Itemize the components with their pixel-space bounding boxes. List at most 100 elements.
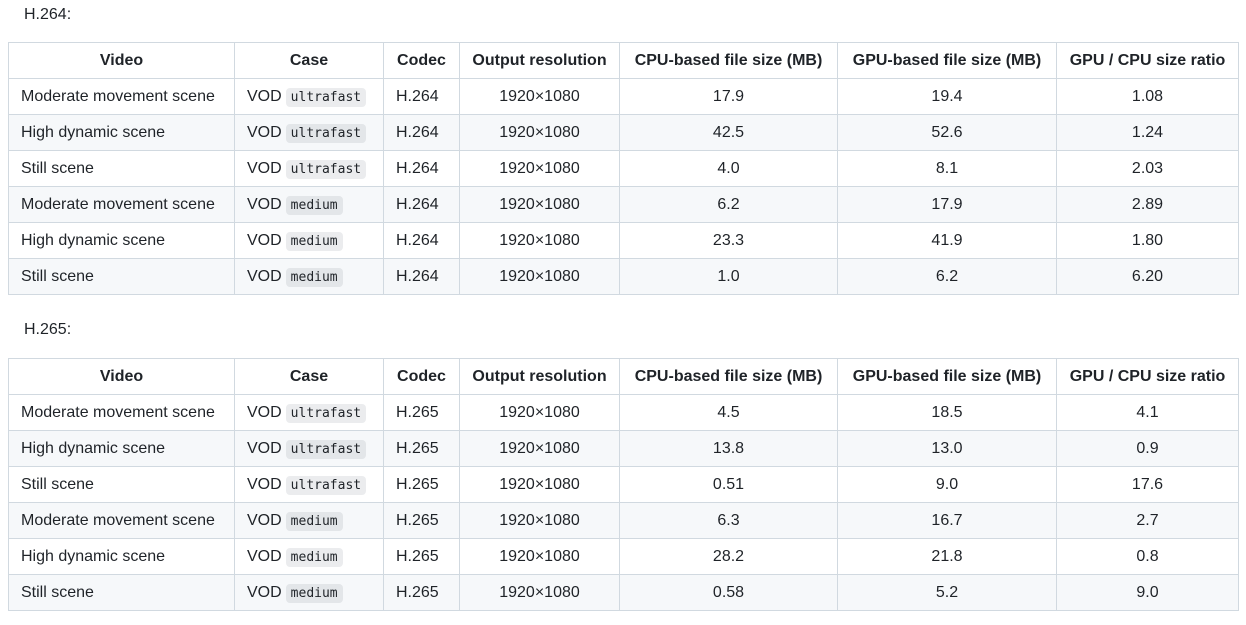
preset-code: ultrafast [285,159,367,179]
case-label: VOD [247,439,282,457]
cell-output-resolution: 1920×1080 [459,258,620,295]
table-row: Moderate movement scene VOD ultrafast H.264… [8,78,1239,115]
case-label: VOD [247,475,282,493]
table-row: Still scene VOD ultrafast H.265 1920×1080 0.5… [8,466,1239,503]
cell-video: Still scene [8,258,235,295]
preset-code: medium [285,511,343,531]
preset-code: ultrafast [285,439,367,459]
column-header: GPU / CPU size ratio [1056,42,1239,79]
column-header: Video [8,358,235,395]
cell-codec: H.264 [383,186,460,223]
cell-gpu-file-size: 6.2 [837,258,1057,295]
cell-output-resolution: 1920×1080 [459,574,620,611]
cell-case: VOD medium [234,574,384,611]
cell-cpu-file-size: 23.3 [619,222,838,259]
table-row: Moderate movement scene VOD medium H.265 192… [8,502,1239,539]
table-row: High dynamic scene VOD ultrafast H.265 1920×… [8,430,1239,467]
column-header: Codec [383,358,460,395]
cell-cpu-file-size: 4.5 [619,394,838,431]
cell-cpu-file-size: 6.2 [619,186,838,223]
cell-codec: H.264 [383,114,460,151]
cell-cpu-file-size: 17.9 [619,78,838,115]
column-header: Video [8,42,235,79]
cell-output-resolution: 1920×1080 [459,394,620,431]
cell-gpu-file-size: 21.8 [837,538,1057,575]
cell-size-ratio: 1.24 [1056,114,1239,151]
cell-output-resolution: 1920×1080 [459,466,620,503]
table-row: High dynamic scene VOD medium H.264 1920×108… [8,222,1239,259]
cell-video: High dynamic scene [8,114,235,151]
cell-size-ratio: 1.08 [1056,78,1239,115]
cell-codec: H.265 [383,394,460,431]
cell-size-ratio: 17.6 [1056,466,1239,503]
table-row: Still scene VOD medium H.265 1920×1080 0.58 5.… [8,574,1239,611]
cell-case: VOD medium [234,186,384,223]
cell-codec: H.265 [383,430,460,467]
cell-cpu-file-size: 4.0 [619,150,838,187]
column-header: Output resolution [459,358,620,395]
cell-gpu-file-size: 5.2 [837,574,1057,611]
column-header: Case [234,358,384,395]
cell-output-resolution: 1920×1080 [459,150,620,187]
results-table-h264: Video Case Codec Output resolution CPU-based… [8,42,1239,295]
preset-code: medium [285,267,343,287]
cell-output-resolution: 1920×1080 [459,114,620,151]
cell-codec: H.264 [383,222,460,259]
case-label: VOD [247,87,282,105]
cell-case: VOD ultrafast [234,114,384,151]
cell-video: Moderate movement scene [8,502,235,539]
cell-output-resolution: 1920×1080 [459,186,620,223]
cell-output-resolution: 1920×1080 [459,502,620,539]
cell-video: Still scene [8,466,235,503]
preset-code: ultrafast [285,87,367,107]
column-header: GPU / CPU size ratio [1056,358,1239,395]
cell-gpu-file-size: 9.0 [837,466,1057,503]
cell-size-ratio: 0.8 [1056,538,1239,575]
cell-size-ratio: 2.7 [1056,502,1239,539]
column-header: CPU-based file size (MB) [619,42,838,79]
cell-size-ratio: 2.03 [1056,150,1239,187]
preset-code: ultrafast [285,403,367,423]
column-header: Case [234,42,384,79]
cell-cpu-file-size: 6.3 [619,502,838,539]
cell-cpu-file-size: 28.2 [619,538,838,575]
cell-gpu-file-size: 8.1 [837,150,1057,187]
case-label: VOD [247,403,282,421]
table-row: High dynamic scene VOD ultrafast H.264 1920×… [8,114,1239,151]
cell-size-ratio: 4.1 [1056,394,1239,431]
cell-size-ratio: 6.20 [1056,258,1239,295]
cell-size-ratio: 2.89 [1056,186,1239,223]
cell-output-resolution: 1920×1080 [459,78,620,115]
table-row: Still scene VOD medium H.264 1920×1080 1.0 6.2… [8,258,1239,295]
cell-cpu-file-size: 42.5 [619,114,838,151]
cell-codec: H.264 [383,78,460,115]
preset-code: medium [285,547,343,567]
case-label: VOD [247,195,282,213]
results-table-h265: Video Case Codec Output resolution CPU-based… [8,358,1239,611]
cell-case: VOD ultrafast [234,466,384,503]
cell-cpu-file-size: 13.8 [619,430,838,467]
cell-gpu-file-size: 13.0 [837,430,1057,467]
cell-codec: H.264 [383,150,460,187]
cell-case: VOD ultrafast [234,430,384,467]
preset-code: ultrafast [285,123,367,143]
column-header: GPU-based file size (MB) [837,358,1057,395]
cell-video: Still scene [8,574,235,611]
cell-video: Moderate movement scene [8,78,235,115]
cell-codec: H.265 [383,574,460,611]
table-row: Still scene VOD ultrafast H.264 1920×1080 4.0… [8,150,1239,187]
cell-gpu-file-size: 19.4 [837,78,1057,115]
cell-gpu-file-size: 41.9 [837,222,1057,259]
case-label: VOD [247,159,282,177]
table-header-row: Video Case Codec Output resolution CPU-based… [8,358,1239,395]
cell-cpu-file-size: 0.58 [619,574,838,611]
cell-codec: H.265 [383,502,460,539]
cell-video: Moderate movement scene [8,186,235,223]
column-header: CPU-based file size (MB) [619,358,838,395]
cell-codec: H.265 [383,466,460,503]
table-row: Moderate movement scene VOD medium H.264 192… [8,186,1239,223]
cell-gpu-file-size: 18.5 [837,394,1057,431]
cell-cpu-file-size: 1.0 [619,258,838,295]
cell-case: VOD ultrafast [234,150,384,187]
cell-video: High dynamic scene [8,222,235,259]
